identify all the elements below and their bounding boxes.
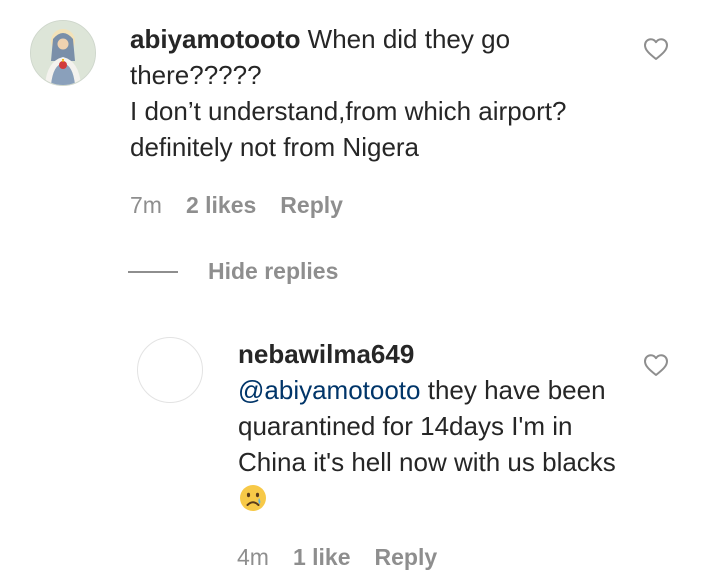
reply-reply-button[interactable]: Reply (375, 544, 438, 571)
reply-heart-icon[interactable] (643, 353, 669, 377)
hide-replies-toggle[interactable]: Hide replies (128, 258, 338, 285)
reply-avatar[interactable] (137, 337, 203, 403)
avatar[interactable] (30, 20, 96, 86)
hide-replies-label[interactable]: Hide replies (208, 258, 338, 285)
reply-mention[interactable]: @abiyamotooto (238, 375, 421, 405)
comment-likes[interactable]: 2 likes (186, 192, 256, 219)
comment-meta: 7m 2 likes Reply (130, 192, 367, 219)
comment-time: 7m (130, 192, 162, 218)
heart-icon[interactable] (643, 37, 669, 61)
reply-button[interactable]: Reply (280, 192, 343, 219)
comment-text-line2: I don’t understand,from which airport? d… (130, 96, 567, 162)
reply-time: 4m (237, 544, 269, 570)
portrait-avatar-image (31, 21, 95, 85)
comment-text: abiyamotooto When did they go there?????… (130, 21, 630, 165)
hide-replies-divider (128, 270, 178, 273)
comment-username[interactable]: abiyamotooto (130, 24, 300, 54)
crying-face-emoji-icon (240, 485, 266, 511)
reply-username[interactable]: nebawilma649 (238, 339, 414, 369)
reply-text: nebawilma649 @abiyamotooto they have bee… (238, 336, 618, 516)
reply-likes[interactable]: 1 like (293, 544, 351, 571)
reply-meta: 4m 1 like Reply (237, 544, 461, 571)
